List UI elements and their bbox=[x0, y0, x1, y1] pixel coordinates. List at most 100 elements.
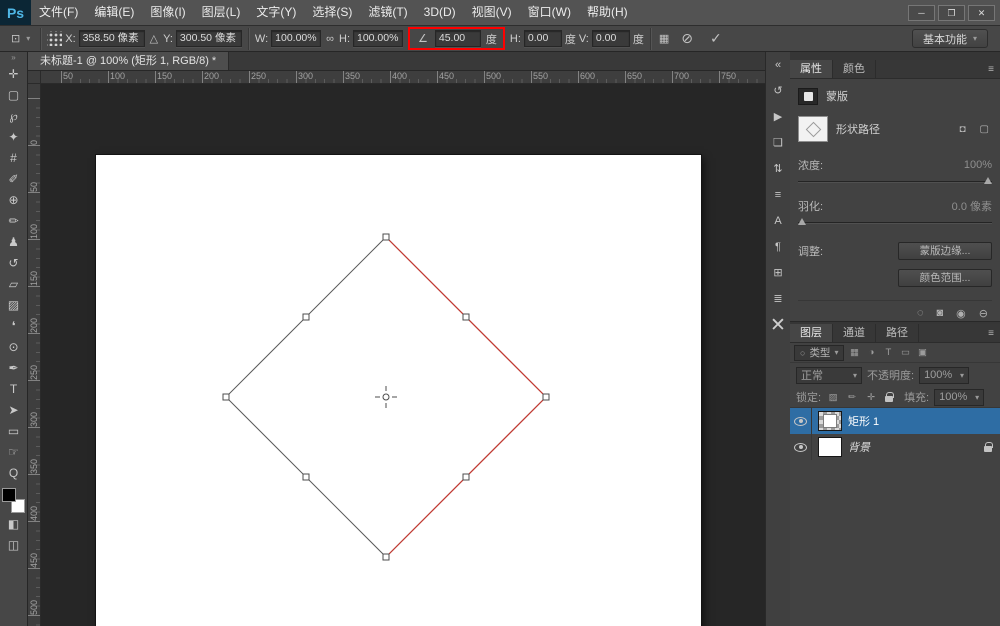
reference-point[interactable] bbox=[375, 386, 397, 408]
workspace-switcher[interactable]: 基本功能 ▾ bbox=[911, 29, 988, 48]
gradient-tool-icon[interactable]: ▨ bbox=[1, 294, 27, 315]
layer-row-rectangle-1[interactable]: 矩形 1 bbox=[790, 408, 1000, 434]
canvas-viewport[interactable] bbox=[41, 84, 765, 626]
foreground-color-swatch[interactable] bbox=[1, 488, 16, 502]
tab-color[interactable]: 颜色 bbox=[833, 60, 876, 78]
layer-comps-panel-icon[interactable]: ⊞ bbox=[767, 263, 789, 282]
delete-mask-icon[interactable]: ⊖ bbox=[979, 307, 988, 320]
healing-brush-tool-icon[interactable]: ⊕ bbox=[1, 189, 27, 210]
layer-visibility-toggle[interactable] bbox=[790, 434, 812, 460]
lock-pixels-icon[interactable]: ✏ bbox=[845, 392, 859, 403]
y-input[interactable]: 300.50 像素 bbox=[175, 30, 242, 47]
document-tab[interactable]: 未标题-1 @ 100% (矩形 1, RGB/8) * bbox=[28, 52, 230, 70]
smart-object-filter-icon[interactable]: ▣ bbox=[915, 347, 929, 358]
dodge-tool-icon[interactable]: ⊙ bbox=[1, 336, 27, 357]
close-icon[interactable]: ✕ bbox=[770, 315, 786, 337]
menu-item[interactable]: 编辑(E) bbox=[86, 0, 142, 25]
tab-channels[interactable]: 通道 bbox=[833, 324, 876, 342]
menu-item[interactable]: 图层(L) bbox=[194, 0, 249, 25]
reference-point-locator[interactable] bbox=[47, 31, 63, 46]
transform-handle[interactable] bbox=[462, 473, 470, 481]
screen-mode-icon[interactable]: ◫ bbox=[1, 534, 27, 555]
layer-thumbnail[interactable] bbox=[818, 437, 842, 457]
styles-panel-icon[interactable]: ❏ bbox=[767, 133, 789, 152]
layer-row-background[interactable]: 背景 bbox=[790, 434, 1000, 460]
transform-handle[interactable] bbox=[462, 313, 470, 321]
collapse-toolbar-icon[interactable]: » bbox=[11, 53, 15, 63]
transform-handle[interactable] bbox=[542, 393, 550, 401]
blur-tool-icon[interactable]: ❛ bbox=[1, 315, 27, 336]
horizontal-ruler[interactable]: 50 100 150 200 250 300 350 400 450 500 5… bbox=[41, 71, 765, 84]
layer-list-empty-area[interactable] bbox=[790, 460, 1000, 626]
lock-transparency-icon[interactable]: ▨ bbox=[826, 392, 840, 403]
menu-item[interactable]: 图像(I) bbox=[142, 0, 193, 25]
brush-tool-icon[interactable]: ✏ bbox=[1, 210, 27, 231]
minimize-button[interactable]: ─ bbox=[908, 4, 935, 21]
quick-mask-icon[interactable]: ◧ bbox=[1, 513, 27, 534]
clone-source-panel-icon[interactable]: ⇅ bbox=[767, 159, 789, 178]
actions-panel-icon[interactable]: ▶ bbox=[767, 107, 789, 126]
fill-dropdown[interactable]: 100% ▾ bbox=[934, 388, 985, 406]
skew-v-input[interactable]: 0.00 bbox=[591, 30, 630, 47]
color-swatches[interactable] bbox=[1, 488, 26, 513]
enable-mask-icon[interactable]: ◉ bbox=[956, 307, 966, 320]
density-value[interactable]: 100% bbox=[964, 159, 992, 171]
shape-path-outline[interactable] bbox=[385, 236, 547, 558]
layer-thumbnail[interactable] bbox=[818, 411, 842, 431]
opacity-dropdown[interactable]: 100% ▾ bbox=[919, 366, 970, 384]
feather-value[interactable]: 0.0 像素 bbox=[952, 198, 992, 214]
ruler-origin[interactable] bbox=[28, 71, 41, 84]
menu-item[interactable]: 文件(F) bbox=[31, 0, 86, 25]
transform-handle[interactable] bbox=[382, 233, 390, 241]
menu-item[interactable]: 3D(D) bbox=[416, 0, 464, 25]
feather-slider-knob[interactable] bbox=[798, 218, 806, 225]
close-button[interactable]: ✕ bbox=[968, 4, 995, 21]
mask-edge-button[interactable]: 蒙版边缘... bbox=[898, 242, 992, 260]
skew-h-input[interactable]: 0.00 bbox=[523, 30, 562, 47]
character-panel-icon[interactable]: A bbox=[767, 211, 789, 230]
type-filter-icon[interactable]: T bbox=[881, 347, 895, 358]
transform-bounding-box[interactable] bbox=[225, 236, 547, 558]
path-selection-tool-icon[interactable]: ➤ bbox=[1, 399, 27, 420]
paragraph-panel-icon[interactable]: ¶ bbox=[767, 237, 789, 256]
quick-selection-tool-icon[interactable]: ✦ bbox=[1, 126, 27, 147]
menu-item[interactable]: 滤镜(T) bbox=[360, 0, 415, 25]
transform-handle[interactable] bbox=[222, 393, 230, 401]
restore-button[interactable]: ❐ bbox=[938, 4, 965, 21]
layer-visibility-toggle[interactable] bbox=[790, 408, 812, 434]
transform-handle[interactable] bbox=[302, 473, 310, 481]
info-panel-icon[interactable]: ≡ bbox=[767, 185, 789, 204]
tool-preset-picker[interactable]: ⊡ ▾ bbox=[5, 29, 34, 49]
x-input[interactable]: 358.50 像素 bbox=[78, 30, 145, 47]
relative-position-toggle-icon[interactable]: △ bbox=[148, 32, 160, 45]
zoom-tool-icon[interactable]: Q bbox=[1, 462, 27, 483]
load-selection-from-mask-icon[interactable]: ◌ bbox=[917, 307, 924, 320]
height-input[interactable]: 100.00% bbox=[353, 30, 403, 47]
transform-handle[interactable] bbox=[382, 553, 390, 561]
density-slider[interactable] bbox=[798, 176, 992, 186]
panel-menu-icon[interactable]: ≡ bbox=[988, 60, 1000, 78]
lock-all-icon[interactable] bbox=[883, 389, 895, 405]
menu-item[interactable]: 视图(V) bbox=[464, 0, 520, 25]
apply-mask-icon[interactable]: ◙ bbox=[937, 307, 944, 320]
menu-item[interactable]: 窗口(W) bbox=[520, 0, 579, 25]
width-input[interactable]: 100.00% bbox=[271, 30, 322, 47]
add-vector-mask-icon[interactable]: ▢ bbox=[977, 124, 992, 135]
vertical-ruler[interactable]: 0 50 100 150 200 250 300 350 400 450 500 bbox=[28, 84, 41, 626]
history-panel-icon[interactable]: ↺ bbox=[767, 81, 789, 100]
blend-mode-dropdown[interactable]: 正常 ▾ bbox=[796, 366, 862, 384]
add-pixel-mask-icon[interactable]: ◘ bbox=[957, 124, 969, 135]
warp-mode-icon[interactable]: ▦ bbox=[657, 32, 671, 45]
transform-handle[interactable] bbox=[302, 313, 310, 321]
color-range-button[interactable]: 颜色范围... bbox=[898, 269, 992, 287]
pen-tool-icon[interactable]: ✒ bbox=[1, 357, 27, 378]
marquee-tool-icon[interactable]: ▢ bbox=[1, 84, 27, 105]
hand-tool-icon[interactable]: ☞ bbox=[1, 441, 27, 462]
commit-transform-icon[interactable]: ✓ bbox=[703, 30, 729, 47]
tab-paths[interactable]: 路径 bbox=[876, 324, 919, 342]
pixel-filter-icon[interactable]: ▦ bbox=[847, 347, 861, 358]
link-dimensions-icon[interactable]: ∞ bbox=[324, 33, 336, 45]
crop-tool-icon[interactable]: # bbox=[1, 147, 27, 168]
clone-stamp-tool-icon[interactable]: ♟ bbox=[1, 231, 27, 252]
lock-position-icon[interactable]: ✛ bbox=[864, 392, 878, 403]
